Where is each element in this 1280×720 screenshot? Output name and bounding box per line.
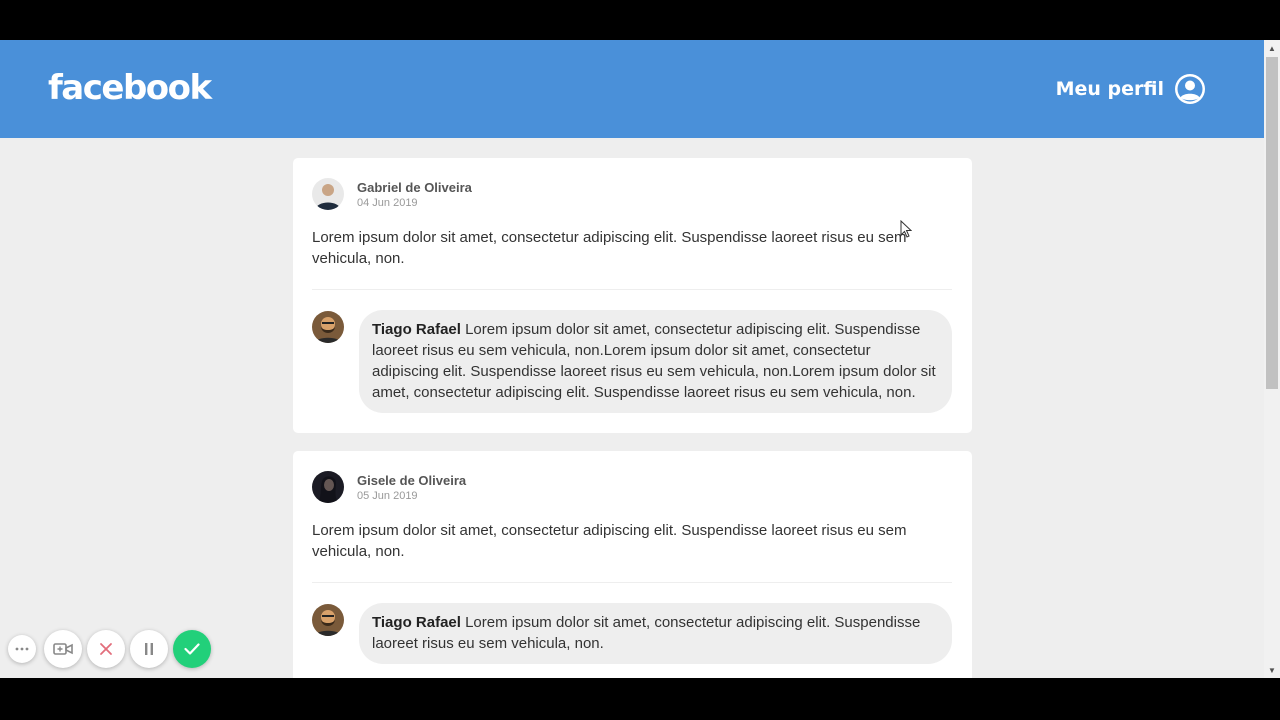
avatar[interactable] <box>312 604 344 636</box>
post-feed: Gabriel de Oliveira 04 Jun 2019 Lorem ip… <box>293 158 972 678</box>
cancel-recording-button[interactable] <box>87 630 125 668</box>
scroll-down-arrow-icon[interactable]: ▼ <box>1264 662 1280 678</box>
pause-recording-button[interactable] <box>130 630 168 668</box>
comment-author[interactable]: Tiago Rafael <box>372 614 461 631</box>
post-card: Gisele de Oliveira 05 Jun 2019 Lorem ips… <box>293 451 972 678</box>
author-info: Gisele de Oliveira 05 Jun 2019 <box>357 472 466 503</box>
comment-author[interactable]: Tiago Rafael <box>372 321 461 338</box>
screen-recorder-controls <box>8 630 216 668</box>
post-author-name[interactable]: Gisele de Oliveira <box>357 472 466 489</box>
more-options-icon <box>15 647 29 651</box>
comment: Tiago Rafael Lorem ipsum dolor sit amet,… <box>312 603 952 664</box>
header-bar: facebook Meu perfil <box>0 40 1264 138</box>
mouse-cursor-icon <box>900 220 912 238</box>
scroll-up-arrow-icon[interactable]: ▲ <box>1264 40 1280 56</box>
comment-bubble: Tiago Rafael Lorem ipsum dolor sit amet,… <box>359 603 952 664</box>
post-date: 04 Jun 2019 <box>357 196 418 209</box>
comment-bubble: Tiago Rafael Lorem ipsum dolor sit amet,… <box>359 310 952 413</box>
scrollbar-thumb[interactable] <box>1266 57 1278 389</box>
post-content: Lorem ipsum dolor sit amet, consectetur … <box>312 229 907 267</box>
pause-icon <box>145 643 153 655</box>
avatar[interactable] <box>312 471 344 503</box>
post-divider <box>312 289 952 290</box>
browser-viewport: facebook Meu perfil Gabriel de Oliveira <box>0 40 1264 678</box>
profile-label: Meu perfil <box>1055 78 1164 100</box>
vertical-scrollbar[interactable]: ▲ ▼ <box>1264 40 1280 678</box>
more-options-button[interactable] <box>8 635 36 663</box>
profile-link[interactable]: Meu perfil <box>1056 73 1206 105</box>
avatar[interactable] <box>312 178 344 210</box>
camera-toggle-button[interactable] <box>44 630 82 668</box>
post-header: Gabriel de Oliveira 04 Jun 2019 <box>312 178 952 210</box>
finish-recording-button[interactable] <box>173 630 211 668</box>
post-author-name[interactable]: Gabriel de Oliveira <box>357 179 472 196</box>
post-card: Gabriel de Oliveira 04 Jun 2019 Lorem ip… <box>293 158 972 433</box>
avatar[interactable] <box>312 311 344 343</box>
finish-check-icon <box>184 643 200 655</box>
facebook-logo[interactable]: facebook <box>48 68 212 108</box>
camera-toggle-icon <box>53 643 73 655</box>
comment: Tiago Rafael Lorem ipsum dolor sit amet,… <box>312 310 952 413</box>
post-date: 05 Jun 2019 <box>357 489 418 502</box>
user-circle-icon <box>1175 74 1205 104</box>
screen-top-border <box>0 0 1280 40</box>
cancel-icon <box>100 643 112 655</box>
screen-bottom-border <box>0 678 1280 720</box>
author-info: Gabriel de Oliveira 04 Jun 2019 <box>357 179 472 210</box>
post-divider <box>312 582 952 583</box>
post-header: Gisele de Oliveira 05 Jun 2019 <box>312 471 952 503</box>
post-content: Lorem ipsum dolor sit amet, consectetur … <box>312 522 907 560</box>
